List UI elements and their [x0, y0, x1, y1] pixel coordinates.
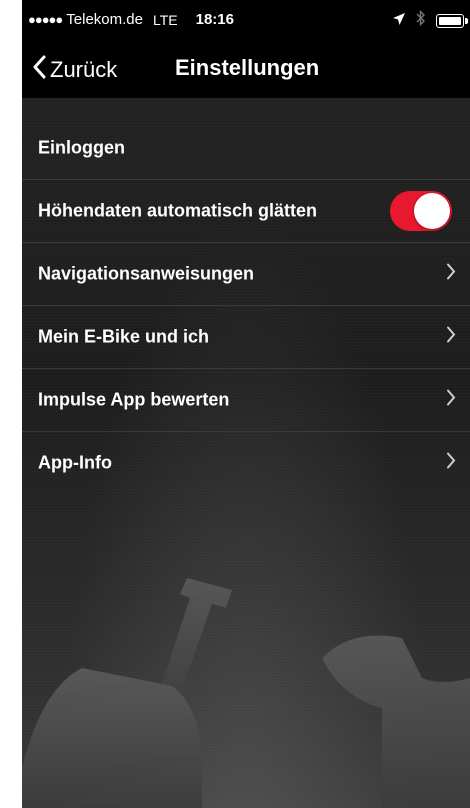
settings-row-label: Einloggen [38, 137, 125, 158]
settings-row-label: Höhendaten automatisch glätten [38, 200, 318, 221]
location-arrow-icon [392, 12, 406, 30]
back-button[interactable]: Zurück [32, 55, 117, 84]
settings-row-smoothing: Höhendaten automatisch glätten [22, 180, 470, 243]
toggle-knob [414, 193, 450, 229]
carrier-name: Telekom.de [66, 11, 143, 28]
phone-screen: ●●●●● Telekom.de LTE 18:16 Zurück Einste… [22, 0, 470, 808]
chevron-left-icon [32, 55, 50, 84]
settings-content: Einloggen Höhendaten automatisch glätten… [22, 98, 470, 808]
settings-row-login[interactable]: Einloggen [22, 117, 470, 180]
network-type: LTE [152, 11, 178, 28]
chevron-right-icon [446, 263, 456, 286]
signal-strength-icon: ●●●●● [28, 12, 63, 27]
settings-row-navigation[interactable]: Navigationsanweisungen [22, 243, 470, 306]
chevron-right-icon [446, 452, 456, 475]
back-label: Zurück [50, 56, 118, 82]
chevron-right-icon [446, 326, 456, 349]
tools-background-illustration [22, 578, 470, 808]
navigation-bar: Zurück Einstellungen [22, 40, 470, 98]
battery-icon [436, 13, 468, 28]
settings-row-rate-app[interactable]: Impulse App bewerten [22, 369, 470, 432]
settings-row-label: Mein E-Bike und ich [38, 326, 210, 347]
status-time: 18:16 [195, 11, 234, 28]
settings-row-label: Impulse App bewerten [38, 389, 230, 410]
smoothing-toggle[interactable] [390, 191, 452, 231]
bluetooth-icon [416, 9, 426, 31]
settings-row-app-info[interactable]: App-Info [22, 432, 470, 494]
settings-row-label: App-Info [38, 452, 112, 473]
chevron-right-icon [446, 389, 456, 412]
status-bar: ●●●●● Telekom.de LTE 18:16 [22, 0, 470, 40]
settings-row-label: Navigationsanweisungen [38, 263, 255, 284]
page-title: Einstellungen [175, 55, 320, 80]
settings-row-ebike[interactable]: Mein E-Bike und ich [22, 306, 470, 369]
